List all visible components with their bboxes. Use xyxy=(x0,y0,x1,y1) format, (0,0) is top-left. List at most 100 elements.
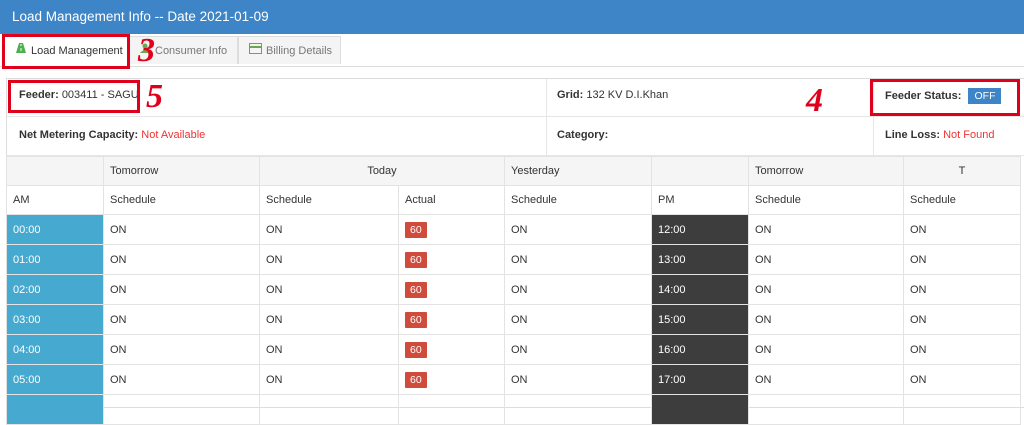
schedule-cell: ON xyxy=(903,244,1021,275)
grid-label: Grid: xyxy=(557,89,584,101)
annotation-box-status xyxy=(870,79,1020,116)
tab-billing-details-label: Billing Details xyxy=(266,45,333,57)
actual-value-badge: 60 xyxy=(405,281,427,298)
schedule-cell: ON xyxy=(748,364,904,395)
schedule-cell: ON xyxy=(103,334,260,365)
schedule-cell: ON xyxy=(748,334,904,365)
am-hour-cell: 02:00 xyxy=(6,274,104,305)
actual-cell: 60 xyxy=(398,214,505,245)
schedule-cell: ON xyxy=(903,304,1021,335)
schedule-cell: ON xyxy=(748,214,904,245)
table-row: 02:00 ON ON 60 ON 14:00 ON ON xyxy=(6,274,1021,305)
actual-value-badge: 60 xyxy=(405,221,427,238)
col-header-schedule: Schedule xyxy=(903,185,1021,215)
schedule-cell: ON xyxy=(259,334,399,365)
line-loss-value: Not Found xyxy=(943,129,995,141)
group-header-tomorrow: Tomorrow xyxy=(748,156,904,186)
schedule-cell: ON xyxy=(103,304,260,335)
table-group-header-row: Tomorrow Today Yesterday Tomorrow T xyxy=(6,156,1021,186)
pm-hour-cell: 14:00 xyxy=(651,274,749,305)
am-hour-cell: 05:00 xyxy=(6,364,104,395)
divider xyxy=(873,117,874,156)
net-metering-label: Net Metering Capacity: xyxy=(19,129,139,141)
actual-cell xyxy=(398,394,505,425)
actual-value-badge: 60 xyxy=(405,311,427,328)
net-metering-field: Net Metering Capacity: Not Available xyxy=(19,129,205,141)
schedule-cell xyxy=(903,394,1021,425)
am-hour-cell: 03:00 xyxy=(6,304,104,335)
schedule-cell: ON xyxy=(103,214,260,245)
schedule-cell: ON xyxy=(748,304,904,335)
schedule-cell: ON xyxy=(259,364,399,395)
schedule-cell xyxy=(748,394,904,425)
schedule-cell xyxy=(259,394,399,425)
grid-field: Grid: 132 KV D.I.Khan xyxy=(557,89,668,101)
schedule-cell: ON xyxy=(504,364,652,395)
pm-hour-cell: 16:00 xyxy=(651,334,749,365)
schedule-cell: ON xyxy=(259,244,399,275)
actual-cell: 60 xyxy=(398,334,505,365)
schedule-cell: ON xyxy=(259,304,399,335)
col-header-actual: Actual xyxy=(398,185,505,215)
actual-cell: 60 xyxy=(398,274,505,305)
line-loss-field: Line Loss: Not Found xyxy=(885,129,994,141)
grid-value: 132 KV D.I.Khan xyxy=(586,89,669,101)
group-header-yesterday: Yesterday xyxy=(504,156,652,186)
schedule-cell: ON xyxy=(903,334,1021,365)
actual-cell: 60 xyxy=(398,244,505,275)
col-header-schedule: Schedule xyxy=(103,185,260,215)
am-hour-cell: 01:00 xyxy=(6,244,104,275)
schedule-cell: ON xyxy=(748,244,904,275)
group-header-today: T xyxy=(903,156,1021,186)
annotation-box-feeder xyxy=(8,80,140,113)
schedule-cell: ON xyxy=(103,274,260,305)
line-loss-label: Line Loss: xyxy=(885,129,941,141)
table-row: 04:00 ON ON 60 ON 16:00 ON ON xyxy=(6,334,1021,365)
annotation-box-tab xyxy=(2,34,130,69)
group-header xyxy=(6,156,104,186)
schedule-cell: ON xyxy=(259,214,399,245)
pm-hour-cell: 12:00 xyxy=(651,214,749,245)
category-label: Category: xyxy=(557,129,609,141)
pm-hour-cell: 15:00 xyxy=(651,304,749,335)
schedule-cell: ON xyxy=(103,244,260,275)
am-hour-cell xyxy=(6,394,104,425)
table-sub-header-row: AM Schedule Schedule Actual Schedule PM … xyxy=(6,185,1021,215)
am-hour-cell: 00:00 xyxy=(6,214,104,245)
schedule-cell: ON xyxy=(504,244,652,275)
actual-value-badge: 60 xyxy=(405,341,427,358)
annotation-number-3: 3 xyxy=(138,32,155,69)
schedule-cell: ON xyxy=(903,214,1021,245)
divider xyxy=(546,79,547,117)
schedule-cell xyxy=(504,394,652,425)
actual-value-badge: 60 xyxy=(405,251,427,268)
load-schedule-table: Tomorrow Today Yesterday Tomorrow T AM S… xyxy=(6,156,1021,425)
tab-consumer-info-label: Consumer Info xyxy=(155,45,228,57)
table-row: 00:00 ON ON 60 ON 12:00 ON ON xyxy=(6,214,1021,245)
table-row: 01:00 ON ON 60 ON 13:00 ON ON xyxy=(6,244,1021,275)
schedule-cell: ON xyxy=(504,334,652,365)
col-header-schedule: Schedule xyxy=(748,185,904,215)
col-header-am: AM xyxy=(6,185,104,215)
table-row: 05:00 ON ON 60 ON 17:00 ON ON xyxy=(6,364,1021,395)
divider xyxy=(546,117,547,156)
window-title-bar: Load Management Info -- Date 2021-01-09 xyxy=(0,0,1024,34)
schedule-cell: ON xyxy=(259,274,399,305)
col-header-pm: PM xyxy=(651,185,749,215)
tab-billing-details[interactable]: Billing Details xyxy=(238,36,341,64)
group-header-today: Today xyxy=(259,156,505,186)
group-header xyxy=(651,156,749,186)
col-header-schedule: Schedule xyxy=(504,185,652,215)
schedule-cell xyxy=(103,394,260,425)
pm-hour-cell: 17:00 xyxy=(651,364,749,395)
actual-value-badge: 60 xyxy=(405,371,427,388)
schedule-cell: ON xyxy=(504,274,652,305)
schedule-cell: ON xyxy=(103,364,260,395)
schedule-cell: ON xyxy=(504,214,652,245)
table-row: 03:00 ON ON 60 ON 15:00 ON ON xyxy=(6,304,1021,335)
schedule-cell: ON xyxy=(903,274,1021,305)
annotation-number-4: 4 xyxy=(806,82,823,119)
actual-cell: 60 xyxy=(398,364,505,395)
col-header-schedule: Schedule xyxy=(259,185,399,215)
schedule-cell: ON xyxy=(903,364,1021,395)
